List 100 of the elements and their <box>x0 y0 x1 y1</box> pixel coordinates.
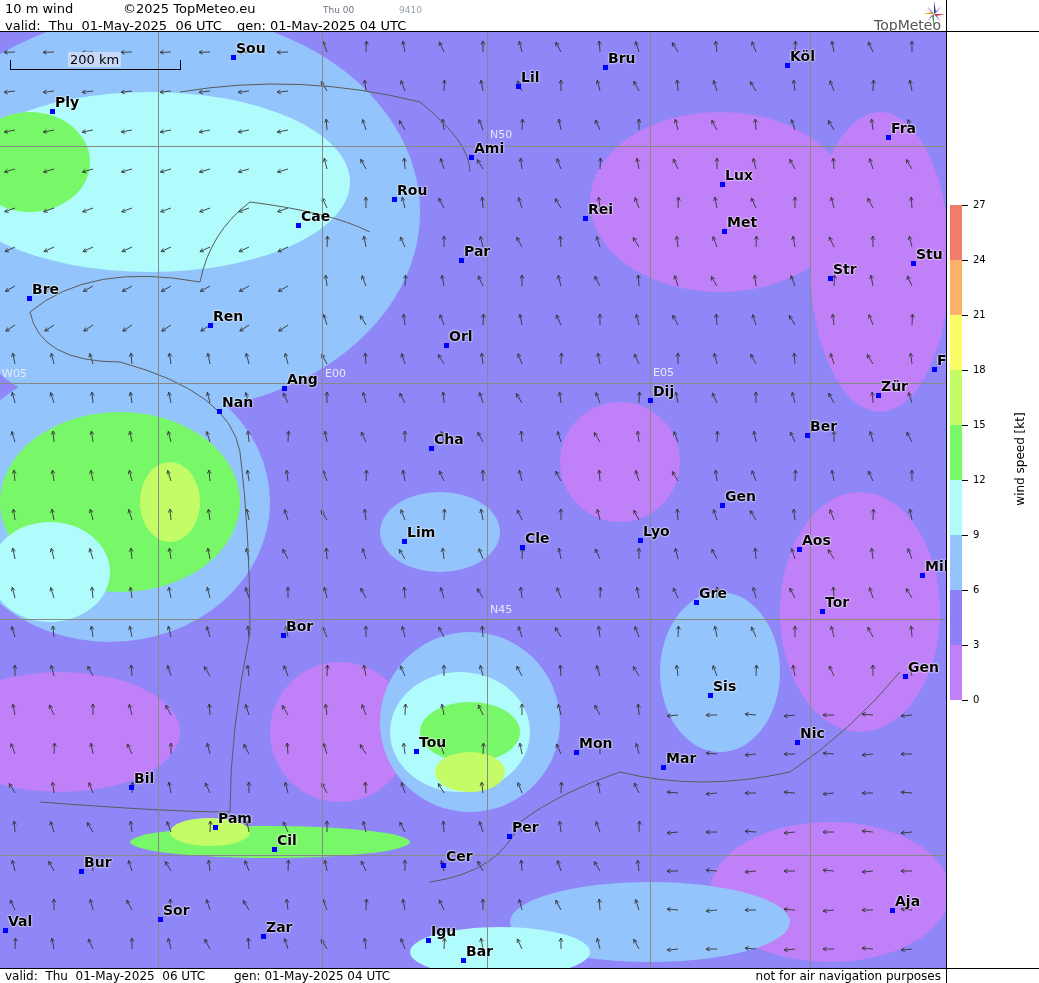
legend-tick-label: 9 <box>973 528 980 542</box>
city-label: Orl <box>449 329 473 344</box>
city-marker-icon <box>694 600 699 605</box>
city-marker-icon <box>661 765 666 770</box>
valid-time-text: valid: Thu 01-May-2025 06 UTC <box>5 969 207 983</box>
city-marker-icon <box>920 573 925 578</box>
copyright-text: ©2025 TopMeteo.eu <box>123 1 257 16</box>
disclaimer-text: not for air navigation purposes <box>755 969 941 983</box>
city-label: Lyo <box>643 524 670 539</box>
city-label: Gen <box>908 660 939 675</box>
city-label: Fra <box>891 121 917 136</box>
city-marker-icon <box>507 834 512 839</box>
city-label: Rei <box>588 202 614 217</box>
city-marker-icon <box>886 135 891 140</box>
city-label: Nic <box>800 726 825 741</box>
city-marker-icon <box>414 749 419 754</box>
grid-coordinate-label: N50 <box>490 129 513 141</box>
city-marker-icon <box>261 934 266 939</box>
city-label: Bru <box>608 51 636 66</box>
city-label: Val <box>8 914 33 929</box>
city-label: Gre <box>699 586 727 601</box>
city-label: Str <box>833 262 857 277</box>
city-label: Rou <box>397 183 428 198</box>
city-marker-icon <box>392 197 397 202</box>
city-label: Bor <box>286 619 314 634</box>
city-label: Ami <box>474 141 505 156</box>
city-label: Gen <box>725 489 756 504</box>
city-label: F <box>937 353 946 368</box>
legend-tick-label: 12 <box>973 473 986 487</box>
city-marker-icon <box>785 63 790 68</box>
city-marker-icon <box>3 928 8 933</box>
city-label: Bil <box>134 771 155 786</box>
city-marker-icon <box>281 633 286 638</box>
map-title: 10 m wind <box>5 1 75 16</box>
grid-coordinate-label: E00 <box>325 368 346 380</box>
city-marker-icon <box>441 863 446 868</box>
city-label: Sis <box>713 679 737 694</box>
generated-time-text: gen: 01-May-2025 04 UTC <box>234 969 391 983</box>
city-label: Lil <box>521 70 540 85</box>
city-marker-icon <box>795 740 800 745</box>
valid-time-text: valid: Thu 01-May-2025 06 UTC <box>5 18 223 33</box>
city-marker-icon <box>890 908 895 913</box>
legend-tick-label: 21 <box>973 308 986 322</box>
city-marker-icon <box>648 398 653 403</box>
city-label: Zür <box>881 379 909 394</box>
city-label: Cha <box>434 432 464 447</box>
city-label: Ang <box>287 372 318 387</box>
city-label: Met <box>727 215 758 230</box>
grid-coordinate-label: W05 <box>2 368 27 380</box>
legend-tick-label: 3 <box>973 638 980 652</box>
city-marker-icon <box>208 323 213 328</box>
city-marker-icon <box>720 182 725 187</box>
city-marker-icon <box>722 229 727 234</box>
city-marker-icon <box>296 223 301 228</box>
city-marker-icon <box>217 409 222 414</box>
legend-tick-label: 15 <box>973 418 986 432</box>
city-marker-icon <box>129 785 134 790</box>
city-marker-icon <box>638 538 643 543</box>
grid-coordinate-label: E05 <box>653 367 674 379</box>
legend-tick-label: 27 <box>973 198 986 212</box>
city-label: Bre <box>32 282 60 297</box>
city-marker-icon <box>459 258 464 263</box>
city-label: Cer <box>446 849 473 864</box>
city-marker-icon <box>402 539 407 544</box>
city-label: Lux <box>725 168 753 183</box>
city-label: Bar <box>466 944 494 959</box>
city-label: Nan <box>222 395 254 410</box>
legend-tick-label: 18 <box>973 363 986 377</box>
city-marker-icon <box>583 216 588 221</box>
city-label: Sou <box>236 41 266 56</box>
city-label: Stu <box>916 247 943 262</box>
city-label: Zar <box>266 920 293 935</box>
legend-tick-label: 0 <box>973 693 980 707</box>
legend-tick-label: 6 <box>973 583 980 597</box>
city-marker-icon <box>708 693 713 698</box>
city-label: Ply <box>55 95 80 110</box>
city-marker-icon <box>876 393 881 398</box>
city-marker-icon <box>603 65 608 70</box>
product-code: 9410 <box>399 4 422 17</box>
city-marker-icon <box>820 609 825 614</box>
city-marker-icon <box>828 276 833 281</box>
city-marker-icon <box>461 958 466 963</box>
city-label: Cae <box>301 209 331 224</box>
city-label: Bur <box>84 855 112 870</box>
logo-text: TopMeteo <box>874 18 941 33</box>
legend-tick-label: 24 <box>973 253 986 267</box>
city-marker-icon <box>79 869 84 874</box>
city-label: Tor <box>825 595 850 610</box>
city-label: Mar <box>666 751 697 766</box>
city-label: Per <box>512 820 539 835</box>
city-marker-icon <box>272 847 277 852</box>
city-marker-icon <box>213 825 218 830</box>
city-marker-icon <box>426 938 431 943</box>
scale-bar-label: 200 km <box>68 52 122 67</box>
city-marker-icon <box>27 296 32 301</box>
city-marker-icon <box>797 547 802 552</box>
grid-coordinate-label: N45 <box>490 604 513 616</box>
city-marker-icon <box>720 503 725 508</box>
city-marker-icon <box>231 55 236 60</box>
city-label: Cil <box>277 833 297 848</box>
